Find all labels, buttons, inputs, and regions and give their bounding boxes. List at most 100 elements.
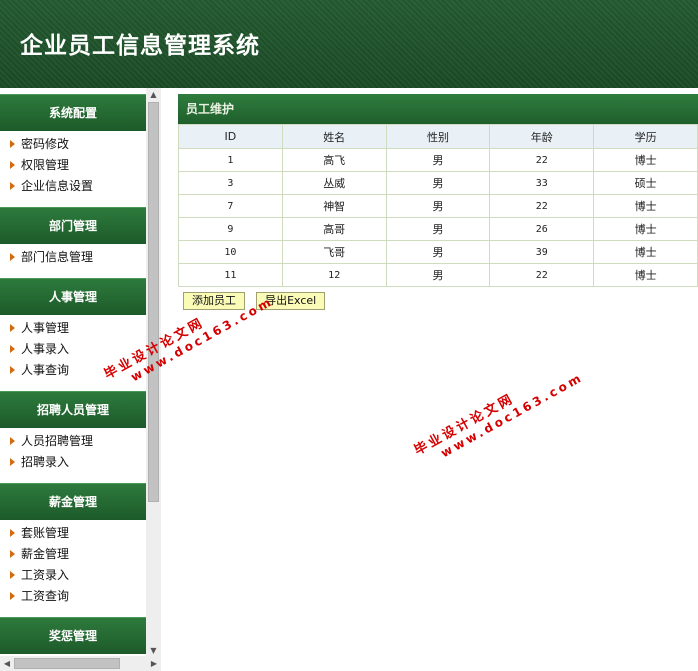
action-buttons: 添加员工 导出Excel <box>183 289 331 310</box>
scroll-thumb-horizontal[interactable] <box>14 658 120 669</box>
table-cell: 神智 <box>281 194 387 218</box>
sidebar-section-header[interactable]: 部门管理 <box>0 207 146 244</box>
column-header: 姓名 <box>281 124 387 149</box>
scroll-up-arrow-icon[interactable]: ▲ <box>146 88 161 102</box>
table-row[interactable]: 10 飞哥男 39 博士 <box>178 240 698 264</box>
sidebar-item[interactable]: 权限管理 <box>0 155 146 176</box>
sidebar-item-label: 人事查询 <box>21 363 70 377</box>
table-cell: 1 <box>178 148 283 172</box>
column-header: ID <box>178 124 283 149</box>
arrow-right-icon <box>10 365 15 374</box>
watermark-line1: 毕业设计论文网 <box>411 391 518 459</box>
sidebar-item-label: 人事管理 <box>21 321 70 335</box>
arrow-right-icon <box>10 457 15 466</box>
sidebar-item-label: 密码修改 <box>21 137 70 151</box>
table-cell: 男 <box>385 194 491 218</box>
arrow-right-icon <box>10 344 15 353</box>
arrow-right-icon <box>10 160 15 169</box>
sidebar-section-items: 人事管理人事录入人事查询 <box>0 315 146 385</box>
arrow-right-icon <box>10 549 15 558</box>
app-title: 企业员工信息管理系统 <box>20 32 260 59</box>
table-cell: 博士 <box>593 217 698 241</box>
arrow-right-icon <box>10 181 15 190</box>
sidebar-item[interactable]: 套账管理 <box>0 523 146 544</box>
arrow-right-icon <box>10 528 15 537</box>
sidebar-item[interactable]: 工资查询 <box>0 586 146 607</box>
panel-title: 员工维护 <box>178 94 698 124</box>
sidebar-item-label: 权限管理 <box>21 158 70 172</box>
sidebar-item[interactable]: 密码修改 <box>0 134 146 155</box>
table-row[interactable]: 3 丛威男 33 硕士 <box>178 171 698 195</box>
table-cell: 9 <box>178 217 283 241</box>
table-row[interactable]: 7 神智男 22 博士 <box>178 194 698 218</box>
app-header: 企业员工信息管理系统 <box>0 0 698 88</box>
sidebar-vertical-scrollbar[interactable]: ▲ ▼ <box>146 88 161 658</box>
sidebar-section-header[interactable]: 奖惩管理 <box>0 617 146 654</box>
sidebar-item-label: 人员招聘管理 <box>21 434 94 448</box>
table-cell: 博士 <box>593 148 698 172</box>
sidebar-section-items: 套账管理薪金管理工资录入工资查询 <box>0 520 146 611</box>
sidebar-item[interactable]: 工资录入 <box>0 565 146 586</box>
sidebar-horizontal-scrollbar[interactable]: ◀ ▶ <box>0 656 161 671</box>
sidebar-item[interactable]: 薪金管理 <box>0 544 146 565</box>
add-employee-button[interactable]: 添加员工 <box>183 292 245 310</box>
sidebar-section-header[interactable]: 人事管理 <box>0 278 146 315</box>
table-cell: 22 <box>489 194 595 218</box>
sidebar-section-items: 部门信息管理 <box>0 244 146 272</box>
watermark-line2: www.doc163.com <box>438 370 586 461</box>
sidebar-item[interactable]: 人事查询 <box>0 360 146 381</box>
sidebar-item-label: 薪金管理 <box>21 547 70 561</box>
column-header: 学历 <box>593 124 698 149</box>
table-cell: 男 <box>385 263 491 287</box>
table-cell: 26 <box>489 217 595 241</box>
sidebar-section-header[interactable]: 薪金管理 <box>0 483 146 520</box>
table-cell: 39 <box>489 240 595 264</box>
sidebar-item-label: 人事录入 <box>21 342 70 356</box>
table-cell: 飞哥 <box>281 240 387 264</box>
table-row[interactable]: 11 12 男 22 博士 <box>178 263 698 287</box>
sidebar: 系统配置 密码修改 权限管理 企业信息设置 部门管理 部门信息管理 人事管理 人事管理 人事录入… <box>0 88 146 660</box>
table-cell: 硕士 <box>593 171 698 195</box>
arrow-right-icon <box>10 139 15 148</box>
sidebar-section-header[interactable]: 系统配置 <box>0 94 146 131</box>
sidebar-item-label: 套账管理 <box>21 526 70 540</box>
table-cell: 男 <box>385 148 491 172</box>
arrow-right-icon <box>10 591 15 600</box>
table-row[interactable]: 1 高飞男 22 博士 <box>178 148 698 172</box>
table-cell: 男 <box>385 171 491 195</box>
scroll-thumb[interactable] <box>148 102 159 502</box>
table-cell: 33 <box>489 171 595 195</box>
sidebar-section-items: 密码修改权限管理企业信息设置 <box>0 131 146 201</box>
sidebar-item-label: 招聘录入 <box>21 455 70 469</box>
table-cell: 7 <box>178 194 283 218</box>
sidebar-item[interactable]: 人员招聘管理 <box>0 431 146 452</box>
column-header: 性别 <box>385 124 491 149</box>
table-row[interactable]: 9 高哥男 26 博士 <box>178 217 698 241</box>
table-cell: 11 <box>178 263 283 287</box>
sidebar-item-label: 工资录入 <box>21 568 70 582</box>
table-cell: 博士 <box>593 240 698 264</box>
watermark: 毕业设计论文网 www.doc163.com <box>410 354 586 471</box>
table-cell: 高哥 <box>281 217 387 241</box>
sidebar-item[interactable]: 招聘录入 <box>0 452 146 473</box>
employee-table: ID 姓名 性别 年龄 学历 1 高飞男 22 博士 3 丛威男 33 硕士 7 神智男 22 博士 9 高哥男 2… <box>178 124 698 287</box>
table-cell: 22 <box>489 263 595 287</box>
sidebar-item[interactable]: 企业信息设置 <box>0 176 146 197</box>
scroll-right-arrow-icon[interactable]: ▶ <box>147 656 161 671</box>
sidebar-item[interactable]: 部门信息管理 <box>0 247 146 268</box>
employee-panel: 员工维护 ID 姓名 性别 年龄 学历 1 高飞男 22 博士 3 丛威男 33 硕士 7 神智男 22 博士… <box>178 94 698 287</box>
table-cell: 博士 <box>593 194 698 218</box>
scroll-left-arrow-icon[interactable]: ◀ <box>0 656 14 671</box>
sidebar-section-header[interactable]: 招聘人员管理 <box>0 391 146 428</box>
table-cell: 10 <box>178 240 283 264</box>
sidebar-item[interactable]: 人事管理 <box>0 318 146 339</box>
sidebar-item-label: 工资查询 <box>21 589 70 603</box>
table-cell: 22 <box>489 148 595 172</box>
sidebar-item-label: 企业信息设置 <box>21 179 94 193</box>
sidebar-item[interactable]: 人事录入 <box>0 339 146 360</box>
sidebar-section-items: 人员招聘管理 招聘录入 <box>0 428 146 477</box>
table-cell: 男 <box>385 217 491 241</box>
table-cell: 博士 <box>593 263 698 287</box>
table-cell: 12 <box>281 263 387 287</box>
export-excel-button[interactable]: 导出Excel <box>256 292 326 310</box>
